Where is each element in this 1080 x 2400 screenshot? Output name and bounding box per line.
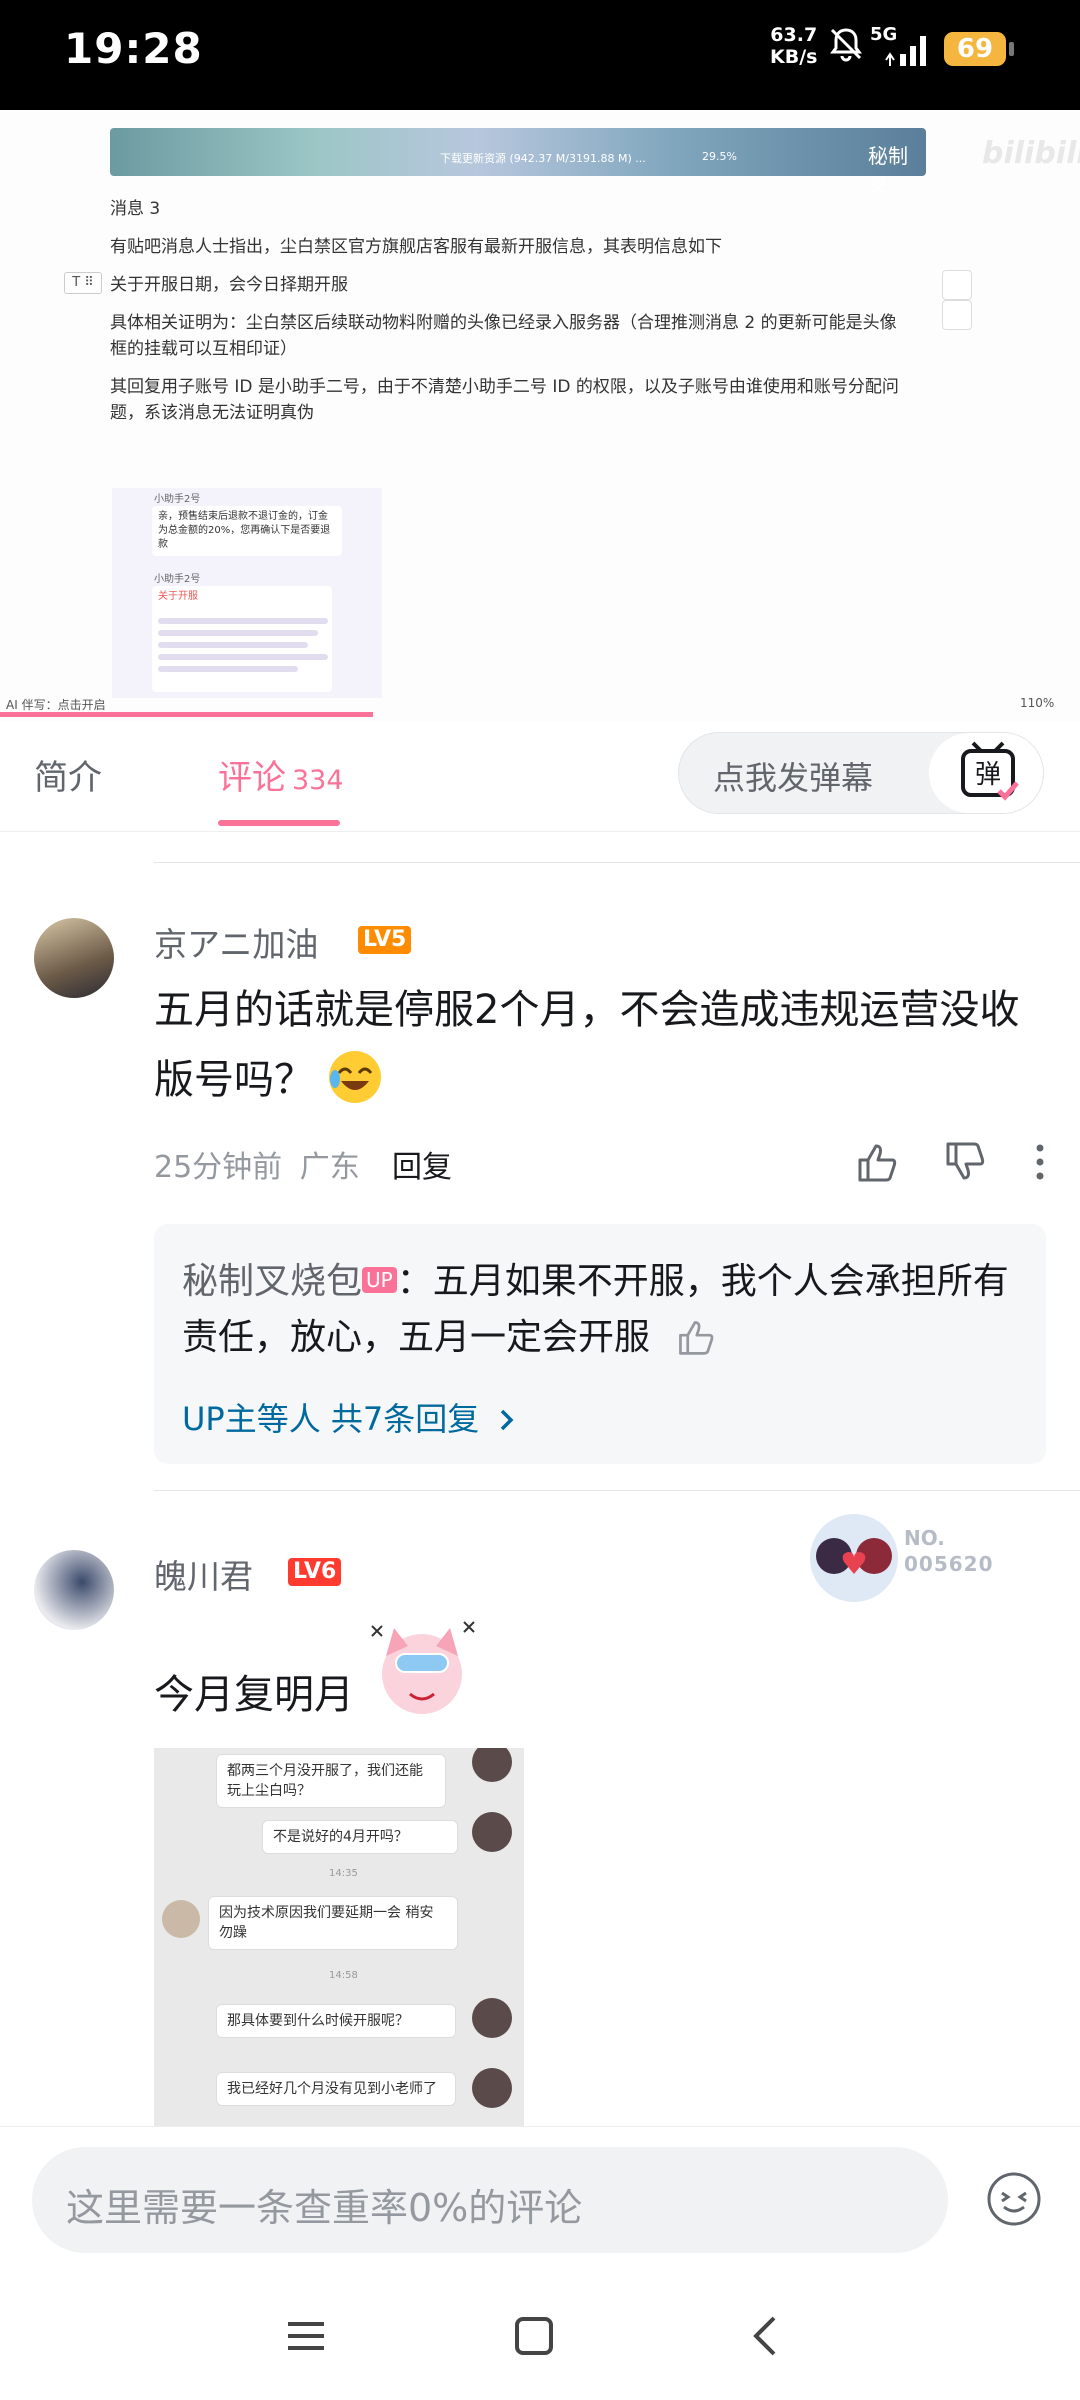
comment-location: 广东 — [299, 1150, 360, 1185]
chevron-right-icon — [501, 1409, 514, 1431]
comment-image[interactable]: 都两三个月没开服了，我们还能玩上尘白吗？ 不是说好的4月开吗？ 14:35 因为… — [154, 1748, 524, 2126]
download-percent: 29.5% — [702, 150, 737, 163]
reply-preview[interactable]: 秘制叉烧包 UP ：五月如果不开服，我个人会承担所有责任，放心，五月一定会开服 UP… — [154, 1224, 1046, 1464]
divider — [154, 1490, 1080, 1491]
avatar[interactable] — [34, 1550, 114, 1630]
reply-username[interactable]: 秘制叉烧包 — [182, 1261, 362, 1302]
doc-line: 框的挂载可以互相印证） — [110, 339, 297, 359]
view-replies-link[interactable]: UP主等人 共7条回复 — [182, 1394, 517, 1440]
comment-meta: 25分钟前 广东 — [154, 1142, 360, 1186]
laugh-cry-emoji-icon — [328, 1051, 381, 1103]
edit-doc-icon — [942, 300, 972, 330]
uploader-watermark: 秘制叉 — [868, 144, 908, 197]
doc-line: 关于开服日期，会今日择期开服 — [110, 275, 348, 295]
level-badge: LV5 — [358, 926, 412, 954]
download-progress-text: 下载更新资源 (942.37 M/3191.88 M) ... — [440, 152, 646, 165]
like-icon[interactable] — [675, 1317, 715, 1357]
comment-username[interactable]: 魄川君 — [154, 1550, 253, 1598]
emoji-icon[interactable] — [986, 2171, 1042, 2227]
bilibili-watermark: bilibili — [982, 136, 1080, 171]
text-format-icon: T ⠿ — [64, 272, 102, 294]
ai-assist-label: AI 伴写：点击开启 — [6, 698, 106, 712]
mute-bell-icon — [830, 28, 862, 62]
reply-preview-text: 秘制叉烧包 UP ：五月如果不开服，我个人会承担所有责任，放心，五月一定会开服 — [182, 1261, 1009, 1358]
tab-intro[interactable]: 简介 — [34, 750, 102, 799]
battery-level: 69 — [944, 32, 1014, 66]
up-badge: UP — [362, 1267, 397, 1293]
danmaku-icon[interactable]: 弹 — [929, 733, 1043, 813]
comment-input-bar: 这里需要一条查重率0%的评论 — [0, 2126, 1080, 2266]
doc-line: 有贴吧消息人士指出，尘白禁区官方旗舰店客服有最新开服信息，其表明信息如下 — [110, 237, 722, 257]
tab-comments[interactable]: 评论 334 — [218, 750, 344, 799]
signal-icon — [885, 36, 926, 66]
comment-text: 今月复明月 — [154, 1672, 354, 1718]
comment-input-placeholder: 这里需要一条查重率0%的评论 — [66, 2186, 583, 2230]
reply-button[interactable]: 回复 — [392, 1142, 452, 1186]
doc-heading: 消息 3 — [110, 199, 161, 219]
danmaku-input-button[interactable]: 点我发弹幕 弹 — [678, 732, 1044, 814]
video-player[interactable]: 下载更新资源 (942.37 M/3191.88 M) ... 29.5% 秘制… — [0, 110, 1080, 722]
zoom-level: 110% — [1020, 696, 1055, 710]
level-badge: LV6 — [288, 1558, 342, 1586]
video-progress-bar[interactable] — [0, 712, 373, 717]
doc-line: 其回复用子账号 ID 是小助手二号，由于不清楚小助手二号 ID 的权限，以及子账… — [110, 377, 899, 397]
dislike-icon[interactable] — [942, 1140, 986, 1184]
comment-doc-icon — [942, 270, 972, 300]
status-time: 19:28 — [64, 24, 203, 73]
comment-count: 334 — [292, 765, 344, 796]
home-icon[interactable] — [504, 2306, 564, 2366]
fan-badge: NO. 005620 — [804, 1510, 1000, 1606]
menu-icon[interactable] — [276, 2306, 336, 2366]
system-nav-bar — [0, 2266, 1080, 2400]
doc-line: 题，系该消息无法证明真伪 — [110, 403, 314, 423]
back-icon[interactable] — [736, 2306, 796, 2366]
more-options-icon[interactable] — [1018, 1140, 1062, 1184]
like-icon[interactable] — [854, 1140, 898, 1184]
video-banner: 下载更新资源 (942.37 M/3191.88 M) ... 29.5% 秘制… — [110, 128, 926, 197]
divider — [154, 862, 1080, 863]
network-speed: 63.7 KB/s — [770, 24, 818, 68]
comment-time: 25分钟前 — [154, 1150, 283, 1185]
danmaku-placeholder: 点我发弹幕 — [713, 759, 874, 797]
svg-text:弹: 弹 — [975, 760, 1001, 790]
comment-input[interactable]: 这里需要一条查重率0%的评论 — [32, 2147, 948, 2253]
doc-screenshot-thumbnail: 小助手2号 亲，预售结束后退款不退订金的，订金为总金额的20%，您再确认下是否要… — [112, 488, 382, 698]
doc-line: 具体相关证明为：尘白禁区后续联动物料附赠的头像已经录入服务器（合理推测消息 2 … — [110, 313, 897, 333]
active-tab-indicator — [218, 820, 340, 826]
comment-text: 五月的话就是停服2个月，不会造成违规运营没收 — [154, 987, 1020, 1033]
avatar[interactable] — [34, 918, 114, 998]
comment-username[interactable]: 京アニ加油 — [154, 918, 318, 966]
comment-text: 版号吗？ — [154, 1045, 383, 1115]
anime-sticker-icon — [371, 1621, 475, 1714]
status-bar: 19:28 63.7 KB/s 5G 69 — [0, 0, 1080, 110]
